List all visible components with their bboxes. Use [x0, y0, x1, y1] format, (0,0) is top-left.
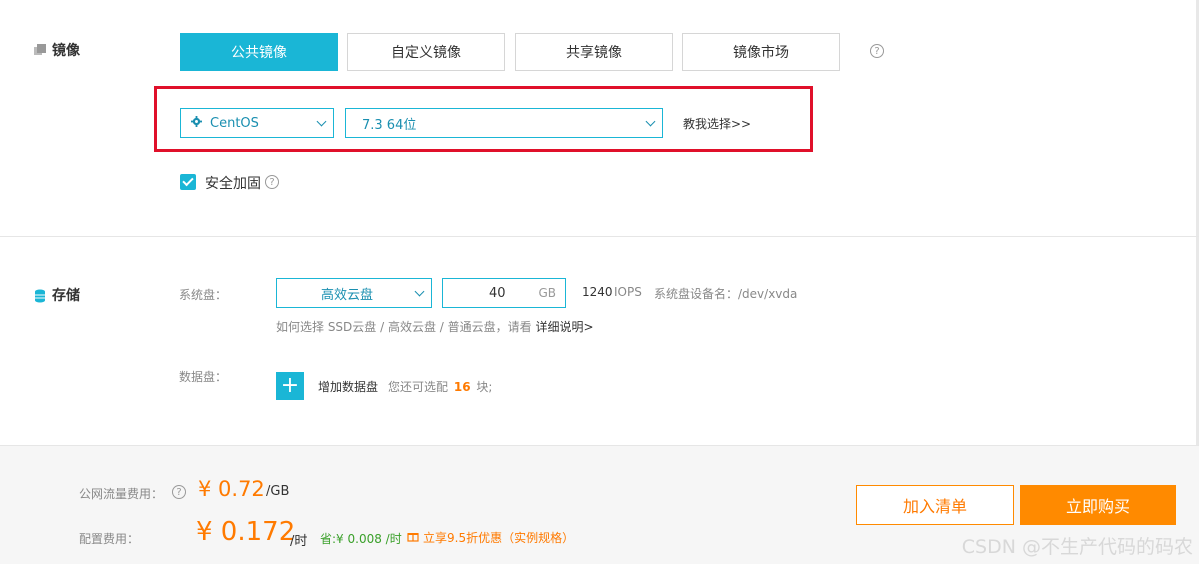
discount-text: 立享9.5折优惠（实例规格） — [423, 531, 575, 545]
version-select-value: 7.3 64位 — [362, 117, 417, 133]
chevron-down-icon — [414, 286, 425, 297]
disk-hint: 如何选择 SSD云盘 / 高效云盘 / 普通云盘，请看 详细说明> — [276, 318, 594, 335]
config-fee-label: 配置费用： — [79, 532, 140, 546]
os-select-value: CentOS — [210, 115, 259, 131]
help-icon[interactable]: ? — [870, 44, 884, 58]
storage-section-title: 存储 — [34, 285, 80, 305]
image-section-title: 镜像 — [34, 40, 80, 60]
traffic-unit: /GB — [266, 484, 290, 499]
tab-shared-image[interactable]: 共享镜像 — [515, 33, 673, 71]
version-select[interactable]: 7.3 64位 — [345, 108, 663, 138]
help-icon[interactable]: ? — [265, 175, 279, 189]
device-name: 系统盘设备名：/dev/xvda — [654, 287, 798, 301]
os-select[interactable]: CentOS — [180, 108, 334, 138]
tab-public-image[interactable]: 公共镜像 — [180, 33, 338, 71]
disk-type-select[interactable]: 高效云盘 — [276, 278, 432, 308]
buy-now-button[interactable]: 立即购买 — [1020, 485, 1176, 525]
savings-text: 省:¥ 0.008 /时 — [320, 532, 402, 546]
disk-size-value: 40 — [489, 285, 506, 301]
image-section-label: 镜像 — [52, 43, 80, 59]
tab-custom-image[interactable]: 自定义镜像 — [347, 33, 505, 71]
gear-icon — [191, 115, 202, 131]
config-price: ¥ 0.172 — [196, 517, 296, 547]
iops-value: 1240 — [582, 285, 613, 299]
gift-icon — [407, 530, 419, 545]
chevron-down-icon — [645, 116, 656, 127]
detail-link[interactable]: 详细说明> — [535, 320, 593, 334]
add-to-list-button[interactable]: 加入清单 — [856, 485, 1014, 525]
database-icon — [34, 289, 46, 303]
image-icon — [34, 44, 46, 56]
add-data-disk-button[interactable]: + — [276, 372, 304, 400]
chevron-down-icon — [316, 116, 327, 127]
plus-icon: + — [280, 373, 300, 398]
section-divider — [0, 236, 1199, 237]
system-disk-label: 系统盘： — [179, 288, 228, 302]
discount-info: 立享9.5折优惠（实例规格） — [407, 529, 574, 546]
disk-hint-text: 如何选择 SSD云盘 / 高效云盘 / 普通云盘，请看 — [276, 320, 532, 334]
storage-section-label: 存储 — [52, 288, 80, 304]
help-icon[interactable]: ? — [172, 485, 186, 499]
config-unit: /时 — [290, 534, 308, 549]
add-data-disk-label[interactable]: 增加数据盘 — [318, 378, 378, 395]
remaining-suffix: 块; — [476, 380, 493, 394]
security-label: 安全加固 — [205, 176, 261, 192]
disk-type-value: 高效云盘 — [320, 287, 373, 303]
remaining-info: 您还可选配 16 块; — [388, 378, 492, 395]
iops-unit: IOPS — [614, 285, 642, 299]
tab-image-market[interactable]: 镜像市场 — [682, 33, 840, 71]
watermark: CSDN @不生产代码的码农 — [961, 536, 1193, 558]
help-choose-link[interactable]: 教我选择>> — [683, 115, 751, 132]
data-disk-label: 数据盘： — [179, 370, 228, 384]
remaining-count: 16 — [453, 380, 471, 394]
traffic-price: ¥ 0.72 — [198, 477, 265, 501]
disk-size-input[interactable]: 40 GB — [442, 278, 566, 308]
disk-unit: GB — [538, 286, 556, 300]
traffic-fee-label: 公网流量费用： — [79, 487, 164, 501]
security-checkbox[interactable] — [180, 174, 196, 190]
remaining-prefix: 您还可选配 — [388, 380, 449, 394]
